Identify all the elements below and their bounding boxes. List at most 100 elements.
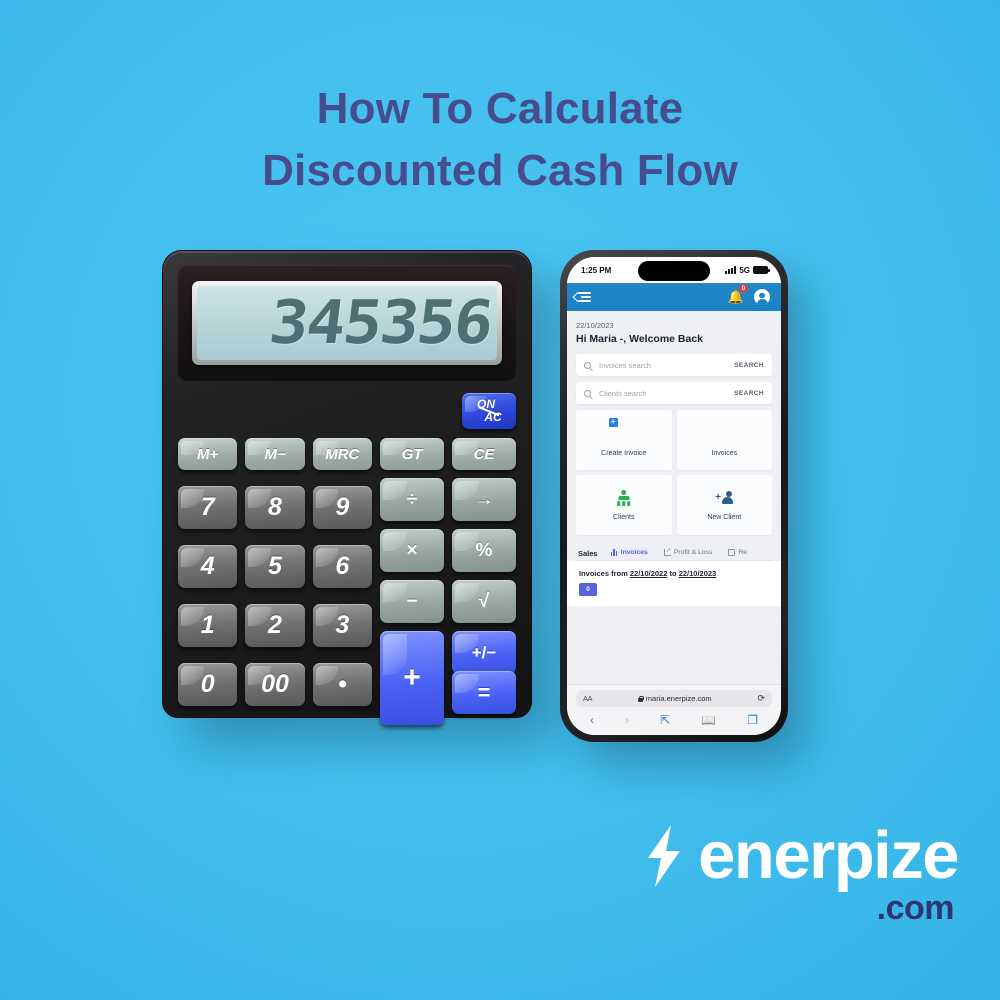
key-7[interactable]: 7 (178, 486, 238, 529)
search-icon (584, 389, 591, 397)
key-4[interactable]: 4 (178, 545, 238, 588)
key-0[interactable]: 0 (178, 663, 238, 706)
notification-badge: 0 (739, 284, 748, 293)
on-ac-button[interactable]: ON AC (462, 393, 516, 429)
reload-icon[interactable]: ⟳ (757, 693, 765, 704)
search-icon (584, 361, 591, 369)
safari-toolbar: AA maria.enerpize.com ⟳ ‹ › ⇱ 📖 ❐ (567, 684, 781, 735)
range-middle: to (669, 569, 677, 578)
report-tabs: Sales Invoices Profit & Loss Re (576, 542, 772, 561)
tab-label: Invoices (620, 549, 648, 556)
key-divide[interactable]: ÷ (380, 478, 444, 521)
bar-chart-icon (610, 549, 618, 556)
tile-new-client[interactable]: + New Client (676, 475, 772, 535)
calculator-device: 345356 ON AC M+ M− MRC 7 8 9 4 5 6 1 2 3… (162, 250, 532, 725)
tab-reports[interactable]: Re (723, 546, 752, 560)
current-date: 22/10/2023 (576, 321, 614, 330)
document-lines-icon (715, 424, 733, 442)
key-8[interactable]: 8 (245, 486, 305, 529)
bookmarks-icon[interactable]: 📖 (701, 713, 716, 727)
key-9[interactable]: 9 (312, 486, 372, 529)
url-display: maria.enerpize.com (637, 694, 712, 703)
app-content: 22/10/2023 Hi Maria -, Welcome Back Invo… (567, 311, 781, 684)
back-icon[interactable]: ‹ (590, 713, 594, 727)
tile-label: Create Invoice (601, 449, 647, 457)
key-5[interactable]: 5 (245, 545, 305, 588)
key-memory-recall[interactable]: MRC (312, 438, 372, 470)
invoices-range-text: Invoices from 22/10/2022 to 22/10/2023 (579, 569, 769, 578)
key-multiply[interactable]: × (380, 529, 444, 572)
url-bar[interactable]: AA maria.enerpize.com ⟳ (576, 690, 772, 707)
invoices-search-input[interactable]: Invoices search (599, 361, 734, 370)
tabs-section-title: Sales (578, 548, 598, 558)
tile-invoices[interactable]: Invoices (676, 410, 772, 470)
tab-invoices[interactable]: Invoices (605, 546, 653, 560)
tabs-icon[interactable]: ❐ (747, 713, 758, 727)
avatar[interactable] (754, 289, 770, 305)
poster-canvas: How To Calculate Discounted Cash Flow 34… (0, 0, 1000, 1000)
text-size-button[interactable]: AA (583, 694, 593, 703)
notifications-button[interactable]: 🔔 0 (728, 284, 748, 306)
key-clear-entry[interactable]: CE (452, 438, 516, 470)
calculator-screen: 345356 (197, 286, 497, 360)
key-square-root[interactable]: √ (452, 580, 516, 623)
tile-label: Clients (613, 513, 635, 521)
page-title: How To Calculate Discounted Cash Flow (0, 78, 1000, 203)
range-date-from[interactable]: 22/10/2022 (630, 569, 668, 578)
phone-screen: 1:25 PM 5G 🔔 0 22/10/2023 Hi Maria -, We… (567, 257, 781, 735)
invoices-search-row[interactable]: Invoices search SEARCH (576, 354, 772, 376)
person-plus-icon: + (715, 490, 734, 506)
key-percent[interactable]: % (452, 529, 516, 572)
on-ac-label: ON AC (476, 398, 502, 423)
brand-logo: enerpize .com (644, 822, 959, 928)
dynamic-island (638, 261, 710, 281)
invoices-search-button[interactable]: SEARCH (734, 362, 764, 369)
network-label: 5G (739, 265, 750, 275)
key-6[interactable]: 6 (312, 545, 372, 588)
signal-bars-icon (725, 266, 737, 274)
clients-search-button[interactable]: SEARCH (734, 390, 764, 397)
clients-search-row[interactable]: Clients search SEARCH (576, 382, 772, 404)
status-bar-time: 1:25 PM (581, 265, 612, 275)
calculator-screen-frame: 345356 (192, 281, 502, 365)
status-bar-indicators: 5G (725, 265, 770, 275)
key-memory-minus[interactable]: M− (245, 438, 305, 470)
menu-collapse-icon[interactable] (578, 292, 591, 302)
calculator-display-value: 345356 (265, 288, 496, 358)
battery-icon (753, 266, 770, 274)
tile-create-invoice[interactable]: Create Invoice (576, 410, 672, 470)
phone-device: 1:25 PM 5G 🔔 0 22/10/2023 Hi Maria -, We… (560, 250, 788, 742)
tab-label: Profit & Loss (673, 549, 713, 556)
share-icon[interactable]: ⇱ (660, 713, 670, 727)
keypad-right-block: GT CE ÷ → × % − √ + +/− = (380, 438, 516, 725)
url-text: maria.enerpize.com (645, 694, 712, 703)
key-grand-total[interactable]: GT (380, 438, 444, 470)
key-memory-plus[interactable]: M+ (178, 438, 238, 470)
key-equals[interactable]: = (452, 671, 516, 714)
invoices-count-badge: 0 (579, 583, 597, 596)
calculator-keypad: M+ M− MRC 7 8 9 4 5 6 1 2 3 0 00 • GT CE… (178, 438, 516, 725)
key-3[interactable]: 3 (312, 604, 372, 647)
key-1[interactable]: 1 (178, 604, 238, 647)
tab-profit-loss[interactable]: Profit & Loss (659, 546, 718, 560)
key-backspace[interactable]: → (452, 478, 516, 521)
forward-icon: › (625, 713, 630, 727)
key-minus[interactable]: − (380, 580, 444, 623)
key-2[interactable]: 2 (245, 604, 305, 647)
key-sign-toggle[interactable]: +/− (452, 631, 516, 674)
greeting-text: Hi Maria -, Welcome Back (576, 333, 704, 345)
key-double-zero[interactable]: 00 (245, 663, 305, 706)
range-date-to[interactable]: 22/10/2023 (679, 569, 717, 578)
keypad-left-block: M+ M− MRC 7 8 9 4 5 6 1 2 3 0 00 • (178, 438, 372, 714)
key-decimal-point[interactable]: • (312, 663, 372, 706)
app-header: 🔔 0 (567, 283, 781, 311)
people-group-icon (615, 489, 633, 506)
lightning-bolt-icon (644, 825, 684, 887)
tile-label: New Client (707, 513, 742, 521)
status-bar: 1:25 PM 5G (567, 257, 781, 283)
tile-clients[interactable]: Clients (576, 475, 672, 535)
clients-search-input[interactable]: Clients search (599, 389, 734, 398)
quick-action-tiles: Create Invoice Invoices Clients + New Cl… (576, 410, 772, 535)
key-plus[interactable]: + (380, 631, 444, 725)
logo-main-row: enerpize (644, 822, 959, 889)
